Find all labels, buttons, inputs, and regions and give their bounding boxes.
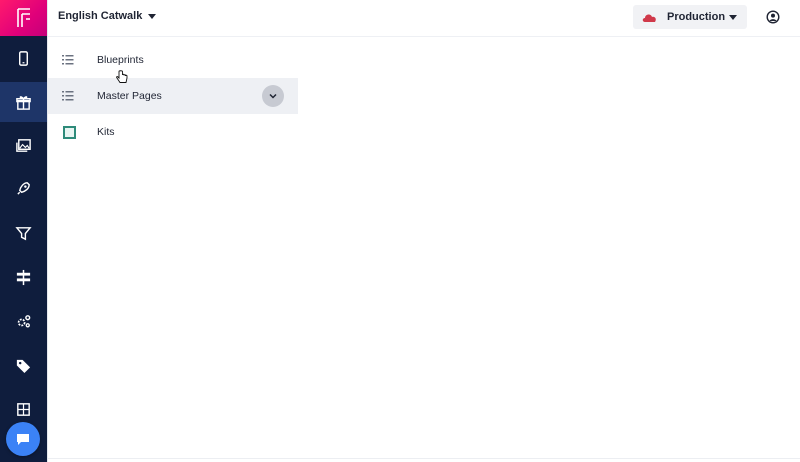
- tag-icon: [16, 359, 31, 373]
- kit-square-icon: [63, 126, 76, 139]
- sidebar-item-integrations[interactable]: [0, 301, 47, 341]
- user-avatar-icon: [766, 10, 780, 24]
- environment-selector[interactable]: Production: [633, 5, 747, 29]
- chat-icon: [17, 434, 29, 445]
- cloud-icon: [642, 13, 656, 22]
- mobile-icon: [19, 50, 28, 66]
- user-menu-button[interactable]: [766, 10, 780, 29]
- sidebar-item-releases[interactable]: [0, 168, 47, 208]
- hand-cursor-icon: [116, 70, 128, 83]
- chat-button[interactable]: [6, 422, 40, 456]
- media-library-icon: [16, 138, 31, 152]
- sidebar-item-tags[interactable]: [0, 345, 47, 385]
- sidebar-item-media[interactable]: [0, 125, 47, 165]
- rocket-icon: [17, 181, 30, 195]
- app-logo[interactable]: [0, 0, 47, 36]
- content-type-list: Blueprints Master Pages Kits: [48, 42, 298, 150]
- project-name: English Catwalk: [58, 10, 143, 22]
- top-bar: English Catwalk Production: [48, 0, 800, 37]
- sidebar-item-filters[interactable]: [0, 213, 47, 253]
- chevron-down-icon: [148, 13, 157, 19]
- list-icon: [62, 55, 74, 65]
- list-item-label: Blueprints: [97, 54, 144, 66]
- environment-label: Production: [667, 11, 726, 23]
- grid-icon: [17, 402, 30, 416]
- logo-icon: [16, 8, 30, 27]
- chevron-down-icon: [269, 93, 277, 99]
- list-item-kits[interactable]: Kits: [48, 114, 298, 150]
- list-item-blueprints[interactable]: Blueprints: [48, 42, 298, 78]
- project-selector[interactable]: English Catwalk: [58, 10, 157, 22]
- expand-button[interactable]: [262, 85, 284, 107]
- list-item-label: Master Pages: [97, 90, 162, 102]
- sidebar-item-navigation[interactable]: [0, 257, 47, 297]
- chevron-down-icon: [729, 15, 737, 20]
- filter-icon: [15, 226, 32, 240]
- sidebar: [0, 0, 48, 462]
- sidebar-item-content[interactable]: [0, 82, 47, 122]
- list-item-label: Kits: [97, 126, 115, 138]
- sidebar-item-mobile[interactable]: [0, 38, 47, 78]
- signpost-icon: [16, 269, 31, 285]
- divider: [48, 458, 800, 459]
- gears-icon: [17, 314, 31, 327]
- list-item-master-pages[interactable]: Master Pages: [48, 78, 298, 114]
- gift-box-icon: [16, 95, 31, 110]
- list-icon: [62, 91, 74, 101]
